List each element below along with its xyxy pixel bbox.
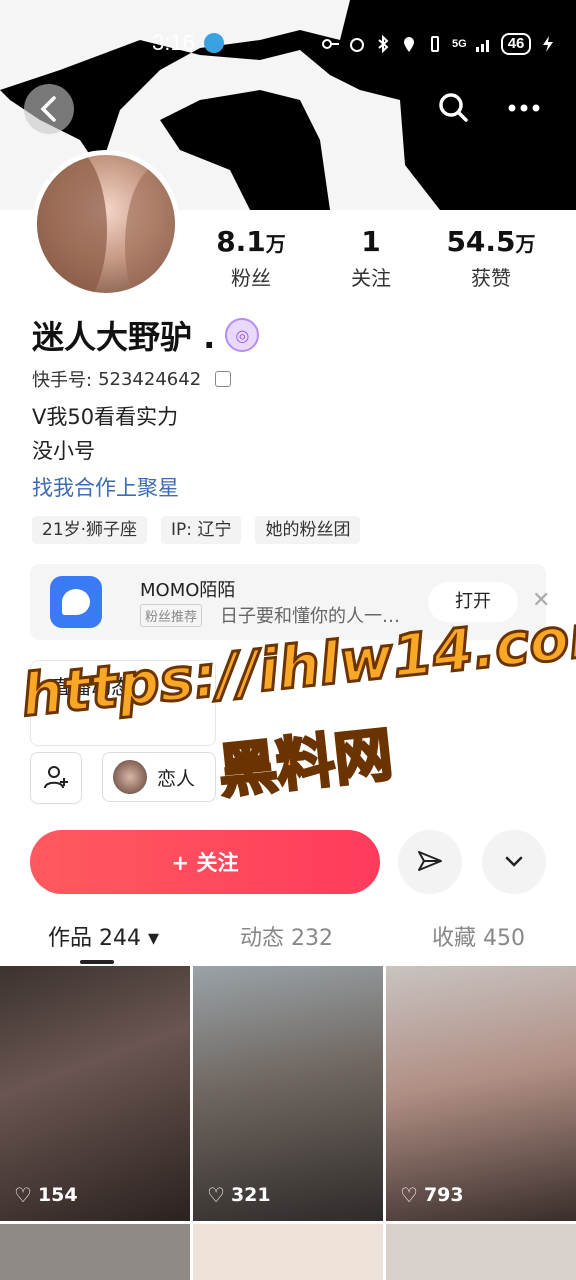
bio: V我50看看实力 没小号 — [32, 400, 178, 468]
signal-icon — [475, 40, 489, 52]
status-time: 3:16 — [152, 30, 195, 55]
stat-fans[interactable]: 8.1万 粉丝 — [196, 225, 306, 291]
tab-works[interactable]: 作品 244 ▾ — [48, 920, 159, 952]
tab-underline — [80, 960, 114, 964]
post-likes: ♡ 793 — [400, 1183, 464, 1207]
key-icon — [322, 39, 339, 49]
stat-following-label: 关注 — [351, 266, 391, 290]
status-bar: 3:16 5G 46 — [0, 0, 576, 84]
post-tile[interactable] — [193, 1224, 383, 1280]
stat-following[interactable]: 1 关注 — [316, 225, 426, 291]
vibrate-icon — [431, 36, 439, 52]
stat-fans-unit: 万 — [265, 232, 286, 256]
lover-label: 恋人 — [157, 767, 196, 790]
telegram-icon — [204, 33, 224, 53]
post-likes-count: 154 — [37, 1184, 78, 1206]
share-button[interactable] — [398, 830, 462, 894]
post-tile[interactable]: ♡ 321 — [193, 966, 383, 1221]
more-button[interactable] — [500, 88, 548, 128]
post-tile[interactable]: ♡ 793 — [386, 966, 576, 1221]
avatar[interactable] — [32, 150, 180, 298]
stat-likes[interactable]: 54.5万 获赞 — [436, 225, 546, 291]
add-user-icon — [44, 766, 68, 789]
lover-avatar — [113, 760, 147, 794]
copy-icon[interactable] — [215, 371, 232, 387]
kuaishou-id-value: 523424642 — [98, 368, 202, 390]
more-dots-icon — [508, 104, 540, 112]
bio-line-1: V我50看看实力 — [32, 405, 179, 429]
post-likes-count: 793 — [423, 1184, 464, 1206]
kuaishou-id-label: 快手号: — [32, 370, 93, 391]
stat-fans-value: 8.1 — [216, 225, 266, 258]
tag-row: 21岁·狮子座 IP: 辽宁 她的粉丝团 — [32, 516, 361, 544]
chevron-down-icon — [505, 856, 523, 867]
momo-logo-icon — [50, 576, 102, 628]
expand-button[interactable] — [482, 830, 546, 894]
tab-moments[interactable]: 动态 232 — [240, 920, 333, 952]
charging-icon — [543, 36, 554, 52]
network-label: 5G — [452, 38, 467, 50]
post-likes-count: 321 — [230, 1184, 271, 1206]
lover-relation[interactable]: 恋人 — [102, 752, 216, 802]
bluetooth-icon — [378, 35, 389, 53]
post-tile[interactable] — [0, 1224, 190, 1280]
stat-following-value: 1 — [361, 225, 381, 258]
kuaishou-id-row: 快手号: 523424642 — [32, 366, 232, 392]
tab-favorites[interactable]: 收藏 450 — [432, 920, 525, 952]
stat-likes-label: 获赞 — [471, 266, 511, 290]
name-row: 迷人大野驴 . ◎ — [32, 312, 260, 358]
ad-tag: 粉丝推荐 — [140, 604, 203, 627]
tag-age: 21岁·狮子座 — [32, 516, 148, 544]
content-tabs: 作品 244 ▾ 动态 232 收藏 450 — [0, 914, 576, 966]
avatar-hair-left — [37, 155, 107, 293]
follow-button[interactable]: + 关注 — [30, 830, 380, 894]
tag-ip: IP: 辽宁 — [161, 516, 242, 544]
back-button[interactable] — [24, 84, 74, 134]
follow-button-label: + 关注 — [171, 851, 239, 875]
post-likes: ♡ 321 — [207, 1183, 271, 1207]
heart-icon: ♡ — [14, 1183, 32, 1207]
location-icon — [404, 37, 414, 52]
stat-likes-unit: 万 — [515, 232, 536, 256]
status-icons: 5G 46 — [322, 30, 557, 58]
posts-grid: ♡ 154 ♡ 321 ♡ 793 — [0, 966, 576, 1280]
ad-open-button[interactable]: 打开 — [428, 582, 518, 622]
live-activity-card[interactable]: 直播动态 — [30, 660, 216, 746]
tag-fan-club[interactable]: 她的粉丝团 — [255, 516, 361, 544]
level-badge-icon[interactable]: ◎ — [225, 318, 260, 352]
bio-line-2: 没小号 — [32, 439, 95, 463]
ad-close-icon[interactable]: ✕ — [532, 588, 550, 613]
chevron-left-icon — [40, 96, 56, 122]
live-activity-title: 直播动态 — [51, 675, 131, 699]
heart-icon: ♡ — [207, 1183, 225, 1207]
search-button[interactable] — [436, 90, 470, 124]
stat-fans-label: 粉丝 — [231, 266, 271, 290]
ad-banner[interactable]: MOMO陌陌 粉丝推荐 日子要和懂你的人一… 打开 ✕ — [30, 564, 550, 640]
business-link[interactable]: 找我合作上聚星 — [32, 472, 179, 502]
ad-app-name: MOMO陌陌 — [140, 580, 236, 601]
post-tile[interactable] — [386, 1224, 576, 1280]
post-tile[interactable]: ♡ 154 — [0, 966, 190, 1221]
avatar-hair-right — [125, 165, 175, 293]
ad-description: 日子要和懂你的人一… — [220, 606, 400, 627]
send-icon — [418, 851, 442, 871]
search-icon — [439, 93, 468, 122]
add-friend-button[interactable] — [30, 752, 82, 804]
heart-icon: ♡ — [400, 1183, 418, 1207]
post-likes: ♡ 154 — [14, 1183, 78, 1207]
stat-likes-value: 54.5 — [446, 225, 516, 258]
alarm-icon — [350, 38, 364, 52]
profile-name: 迷人大野驴 . — [32, 318, 216, 356]
battery-indicator: 46 — [500, 33, 532, 55]
